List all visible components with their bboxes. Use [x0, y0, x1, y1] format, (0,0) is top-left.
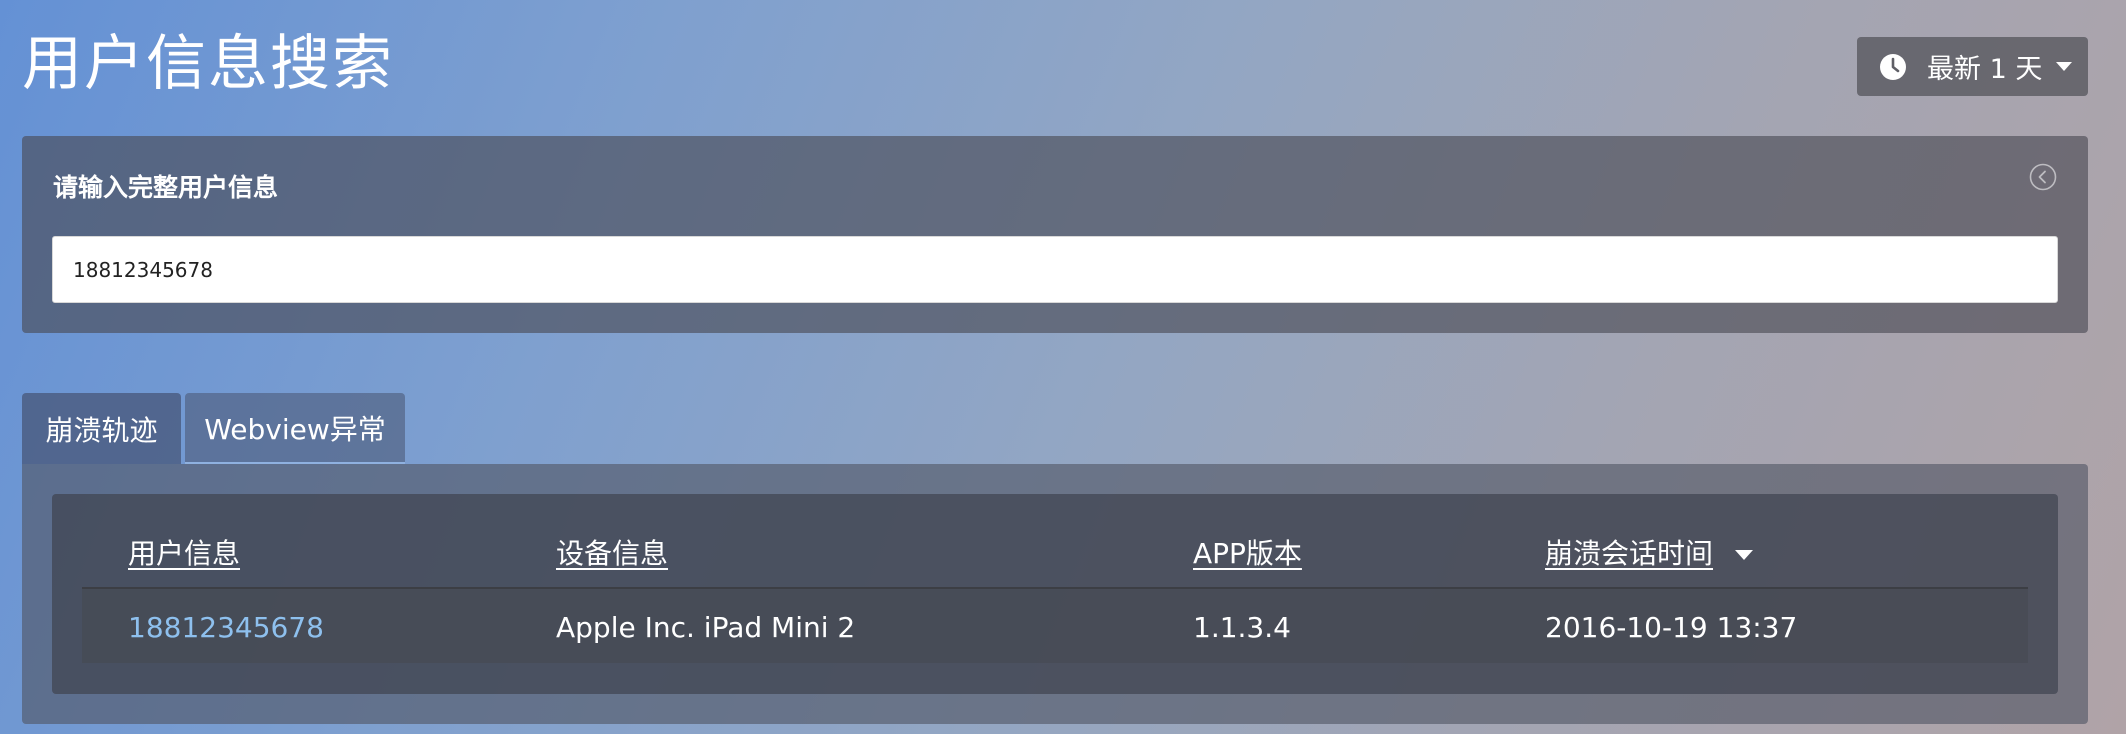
- tab-label: Webview异常: [204, 412, 386, 446]
- time-range-label: 最新 1 天: [1927, 54, 2043, 85]
- page-title: 用户信息搜索: [22, 29, 394, 99]
- results-table: 用户信息 设备信息 APP版本 崩溃会话时间 18812345678 Apple…: [52, 494, 2058, 694]
- tab-crash-trace[interactable]: 崩溃轨迹: [22, 393, 181, 464]
- column-header-user-info[interactable]: 用户信息: [128, 532, 240, 572]
- column-header-app-version[interactable]: APP版本: [1193, 532, 1302, 572]
- device-info-cell: Apple Inc. iPad Mini 2: [556, 611, 856, 644]
- table-header: 用户信息 设备信息 APP版本 崩溃会话时间: [82, 494, 2028, 589]
- search-panel: 请输入完整用户信息: [22, 136, 2088, 333]
- tab-label: 崩溃轨迹: [45, 413, 158, 447]
- user-search-input[interactable]: [52, 236, 2058, 303]
- time-range-dropdown[interactable]: 最新 1 天: [1857, 37, 2088, 96]
- tab-content-panel: 用户信息 设备信息 APP版本 崩溃会话时间 18812345678 Apple…: [22, 464, 2088, 724]
- search-panel-title: 请输入完整用户信息: [53, 173, 279, 202]
- crash-session-time-cell: 2016-10-19 13:37: [1545, 611, 1798, 644]
- sort-desc-icon: [1735, 550, 1754, 560]
- chevron-left-circle-icon[interactable]: [2029, 163, 2057, 191]
- tab-webview-exception[interactable]: Webview异常: [185, 393, 405, 464]
- column-header-crash-session-time[interactable]: 崩溃会话时间: [1545, 532, 1754, 572]
- column-header-label: 崩溃会话时间: [1545, 537, 1714, 570]
- user-info-link[interactable]: 18812345678: [128, 611, 324, 644]
- chevron-down-icon: [2056, 62, 2073, 71]
- table-row: 18812345678 Apple Inc. iPad Mini 2 1.1.3…: [82, 589, 2028, 663]
- tab-bar: 崩溃轨迹 Webview异常: [22, 393, 405, 464]
- app-version-cell: 1.1.3.4: [1193, 611, 1291, 644]
- column-header-device-info[interactable]: 设备信息: [556, 532, 668, 572]
- clock-icon: [1880, 53, 1906, 80]
